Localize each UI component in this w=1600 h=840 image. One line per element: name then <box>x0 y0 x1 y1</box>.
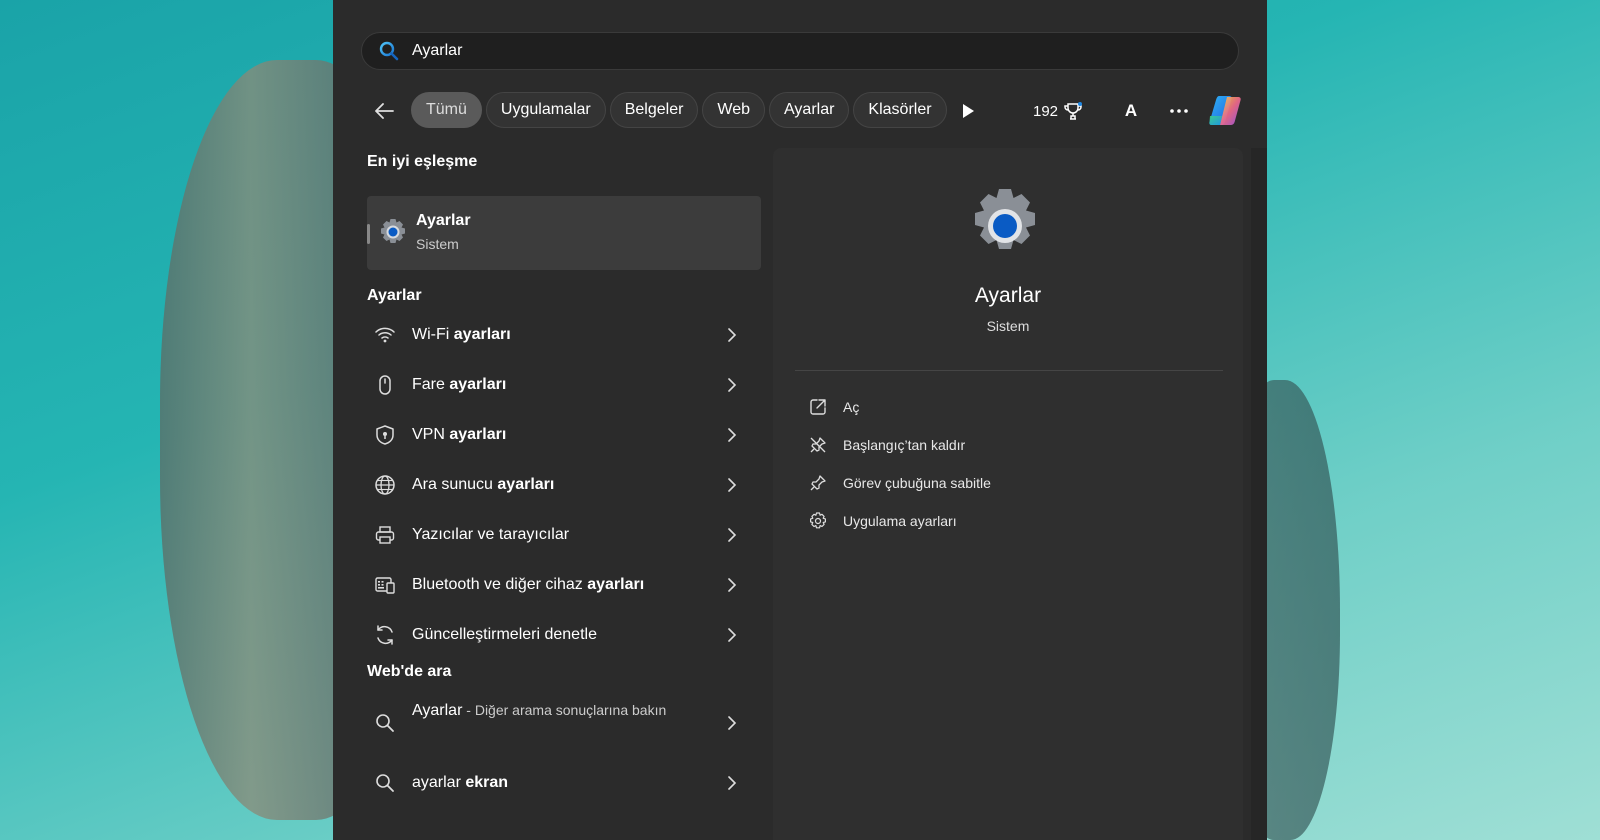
search-icon <box>372 710 398 736</box>
filter-chip-settings[interactable]: Ayarlar <box>769 92 850 128</box>
result-text: Wi-Fi <box>412 326 454 343</box>
gear-icon <box>807 510 829 532</box>
points-value: 192 <box>1033 102 1059 120</box>
chevron-right-icon[interactable] <box>723 576 741 594</box>
setting-result-proxy[interactable]: Ara sunucu ayarları <box>367 460 761 510</box>
scrollbar-track[interactable] <box>1251 148 1267 840</box>
action-pin-taskbar[interactable]: Görev çubuğuna sabitle <box>807 464 1207 502</box>
refresh-icon <box>372 622 398 648</box>
chevron-right-icon[interactable] <box>723 426 741 444</box>
chevron-right-icon[interactable] <box>723 626 741 644</box>
result-text: Fare <box>412 376 450 393</box>
result-text-bold: ayarları <box>449 376 507 393</box>
rewards-points[interactable]: 192 <box>1033 100 1083 122</box>
chevron-right-icon[interactable] <box>723 526 741 544</box>
settings-app-icon <box>381 219 405 243</box>
result-text: Yazıcılar ve tarayıcılar <box>412 526 570 543</box>
filter-chip-all[interactable]: Tümü <box>411 92 482 128</box>
arrow-left-icon <box>375 103 394 119</box>
mouse-icon <box>372 372 398 398</box>
printer-icon <box>372 522 398 548</box>
pin-icon <box>807 472 829 494</box>
filter-chip-apps[interactable]: Uygulamalar <box>485 92 606 128</box>
web-result-ayarlar-ekran[interactable]: ayarlar ekran <box>367 758 761 808</box>
shield-icon <box>372 422 398 448</box>
filter-chips: Tümü Uygulamalar Belgeler Web Ayarlar Klasörl… <box>411 92 949 130</box>
back-button[interactable] <box>369 96 399 126</box>
action-label: Görev çubuğuna sabitle <box>843 475 991 491</box>
setting-result-wifi[interactable]: Wi-Fi ayarları <box>367 310 761 360</box>
chevron-right-icon[interactable] <box>723 476 741 494</box>
filter-chip-web[interactable]: Web <box>702 92 766 128</box>
action-label: Başlangıç’tan kaldır <box>843 437 966 453</box>
result-text: VPN <box>412 426 450 443</box>
web-section-heading: Web'de ara <box>367 663 452 680</box>
result-text-bold: ayarları <box>497 476 555 493</box>
keyboard-device-icon <box>372 572 398 598</box>
result-text: Ara sunucu <box>412 476 498 493</box>
result-text: Bluetooth ve diğer cihaz <box>412 576 588 593</box>
result-text-bold: ayarları <box>587 576 645 593</box>
web-result-main: Ayarlar <box>412 702 463 719</box>
chevron-right-icon[interactable] <box>723 376 741 394</box>
more-filters-button[interactable] <box>957 100 979 122</box>
more-options-button[interactable] <box>1165 97 1193 125</box>
settings-app-large-icon <box>975 189 1035 249</box>
filter-bar: Tümü Uygulamalar Belgeler Web Ayarlar Klasörl… <box>369 92 1259 130</box>
best-match-heading: En iyi eşleşme <box>367 153 478 170</box>
copilot-button[interactable] <box>1207 92 1245 130</box>
search-box[interactable] <box>361 32 1239 70</box>
setting-result-mouse[interactable]: Fare ayarları <box>367 360 761 410</box>
setting-result-printers[interactable]: Yazıcılar ve tarayıcılar <box>367 510 761 560</box>
wifi-icon <box>372 322 398 348</box>
settings-section-heading: Ayarlar <box>367 287 422 304</box>
detail-category: Sistem <box>986 318 1030 334</box>
result-text: Güncelleştirmeleri denetle <box>412 626 597 643</box>
action-open[interactable]: Aç <box>807 388 1207 426</box>
setting-result-updates[interactable]: Güncelleştirmeleri denetle <box>367 610 761 660</box>
detail-divider <box>795 370 1223 371</box>
best-match-title: Ayarlar <box>416 212 471 229</box>
action-app-settings[interactable]: Uygulama ayarları <box>807 502 1207 540</box>
filter-chip-folders[interactable]: Klasörler <box>853 92 947 128</box>
setting-result-vpn[interactable]: VPN ayarları <box>367 410 761 460</box>
chevron-right-icon[interactable] <box>723 326 741 344</box>
selection-indicator <box>367 224 370 244</box>
globe-icon <box>372 472 398 498</box>
account-avatar[interactable]: A <box>1117 97 1145 125</box>
search-input[interactable] <box>412 42 1172 60</box>
best-match-item[interactable]: Ayarlar Sistem <box>367 196 761 270</box>
setting-result-bluetooth[interactable]: Bluetooth ve diğer cihaz ayarları <box>367 560 761 610</box>
action-label: Aç <box>843 399 860 415</box>
results-list: En iyi eşleşme Ayarlar Sistem Ayarlar Wi… <box>367 150 761 808</box>
action-label: Uygulama ayarları <box>843 513 957 529</box>
open-external-icon <box>807 396 829 418</box>
ellipsis-icon <box>1170 109 1188 113</box>
detail-actions: Aç Başlangıç’tan kaldır Görev çubuğuna s… <box>807 388 1207 540</box>
search-icon <box>372 770 398 796</box>
result-text-bold: ekran <box>465 774 509 791</box>
play-icon <box>963 104 974 118</box>
detail-title: Ayarlar <box>974 284 1042 307</box>
trophy-icon <box>1064 102 1083 120</box>
action-unpin-start[interactable]: Başlangıç’tan kaldır <box>807 426 1207 464</box>
copilot-icon <box>1209 96 1241 125</box>
detail-pane: Ayarlar Sistem Aç Başlangıç’tan kaldır G <box>773 148 1243 840</box>
result-text-bold: ayarları <box>449 426 507 443</box>
result-text: ayarlar <box>412 774 466 791</box>
unpin-icon <box>807 434 829 456</box>
best-match-subtitle: Sistem <box>416 236 459 252</box>
web-result-ayarlar[interactable]: Ayarlar - Diğer arama sonuçlarına bakın <box>367 688 761 758</box>
search-icon <box>378 40 400 62</box>
chevron-right-icon[interactable] <box>723 714 741 732</box>
chevron-right-icon[interactable] <box>723 774 741 792</box>
result-text-bold: ayarları <box>453 326 511 343</box>
search-panel: TümüUygulamalarBelgelerWebAyarlarKlasörl… <box>333 0 1267 840</box>
filter-chip-documents[interactable]: Belgeler <box>609 92 699 128</box>
web-result-detail: - Diğer arama sonuçlarına bakın <box>462 702 667 718</box>
